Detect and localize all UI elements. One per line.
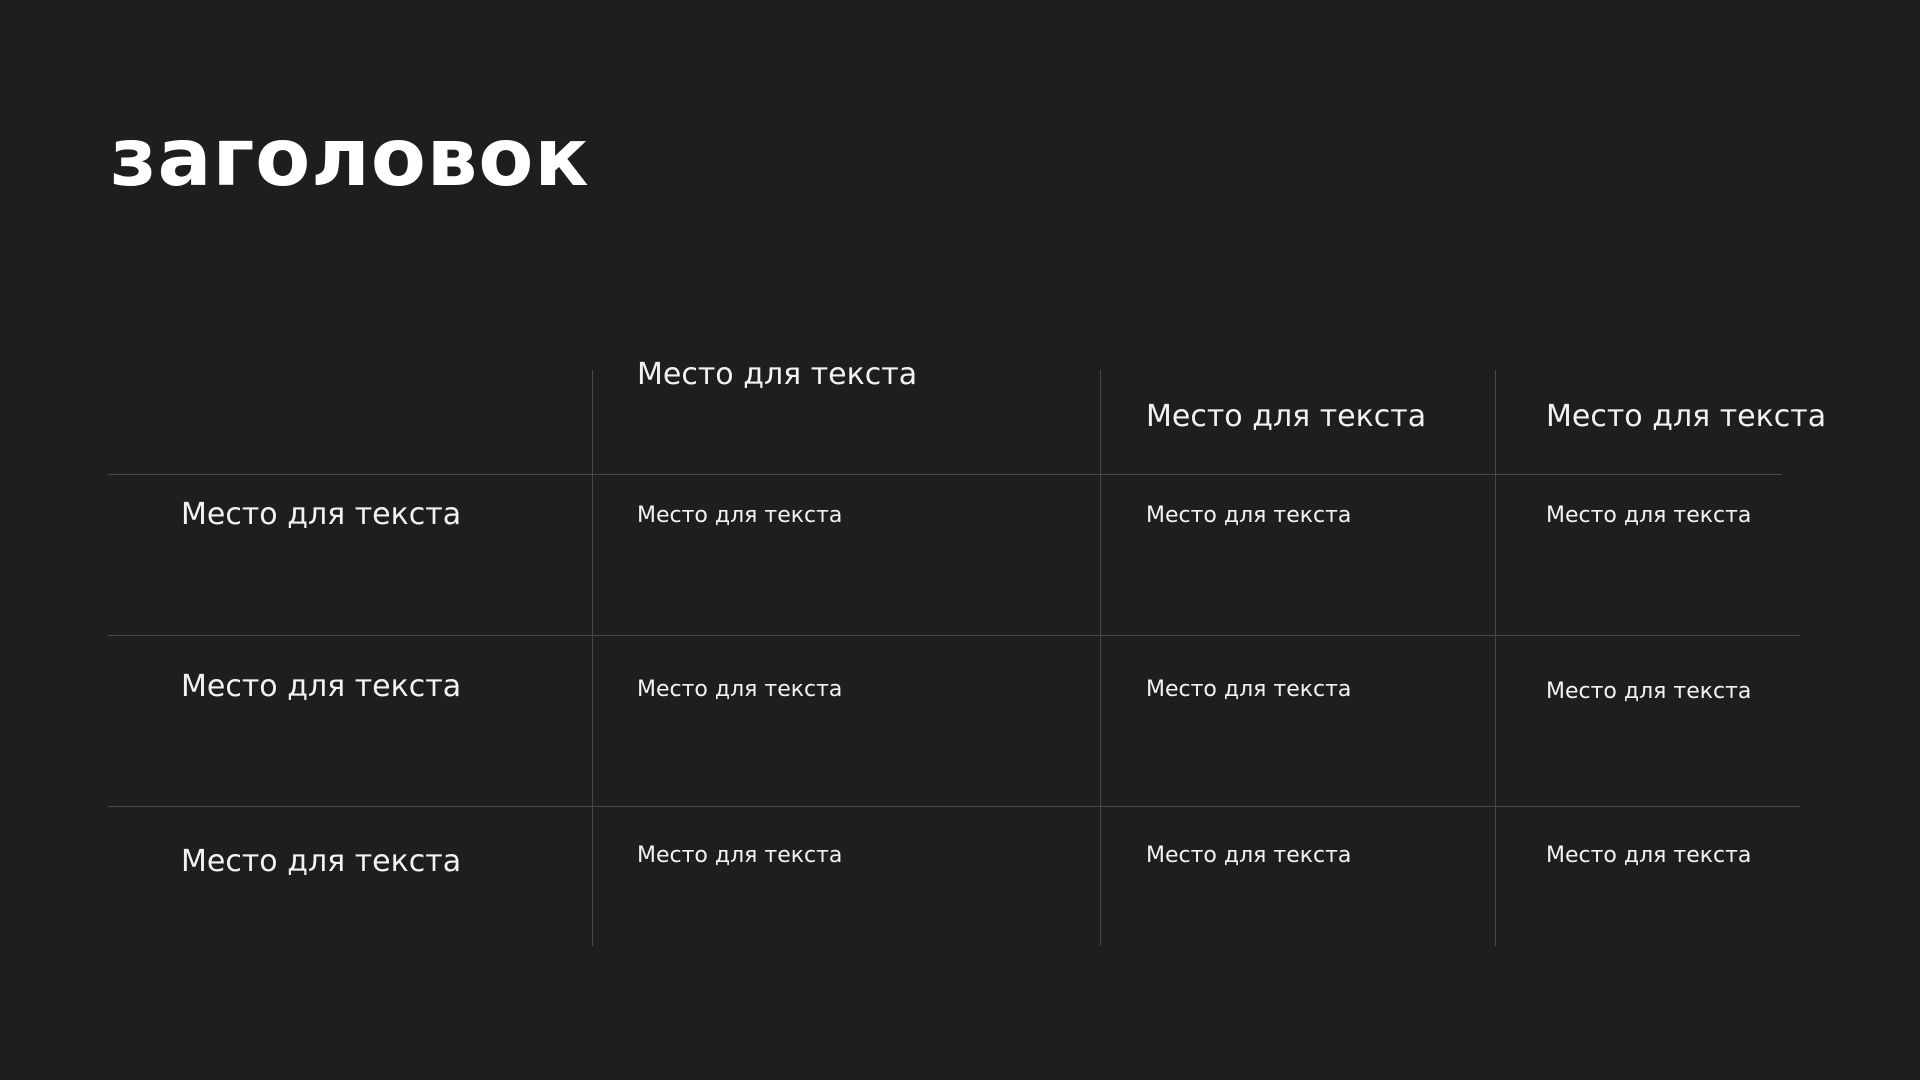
row-header-1: Место для текста xyxy=(181,497,462,532)
table-cell: Место для текста xyxy=(1546,843,1752,868)
table-cell: Место для текста xyxy=(637,677,843,702)
row-divider xyxy=(108,806,1800,807)
row-divider xyxy=(108,635,1800,636)
table-cell: Место для текста xyxy=(1146,503,1352,528)
table-cell: Место для текста xyxy=(637,503,843,528)
column-header-1: Место для текста xyxy=(637,357,918,392)
row-header-3: Место для текста xyxy=(181,844,462,879)
slide-title: заголовок xyxy=(110,111,590,204)
table-cell: Место для текста xyxy=(1146,843,1352,868)
row-divider xyxy=(108,474,1782,475)
row-header-2: Место для текста xyxy=(181,669,462,704)
table-cell: Место для текста xyxy=(1546,679,1752,704)
table-cell: Место для текста xyxy=(1146,677,1352,702)
column-divider xyxy=(592,370,593,946)
column-divider xyxy=(1100,370,1101,946)
table-cell: Место для текста xyxy=(1546,503,1752,528)
column-header-3: Место для текста xyxy=(1546,399,1827,434)
table-cell: Место для текста xyxy=(637,843,843,868)
column-header-2: Место для текста xyxy=(1146,399,1427,434)
column-divider xyxy=(1495,370,1496,946)
